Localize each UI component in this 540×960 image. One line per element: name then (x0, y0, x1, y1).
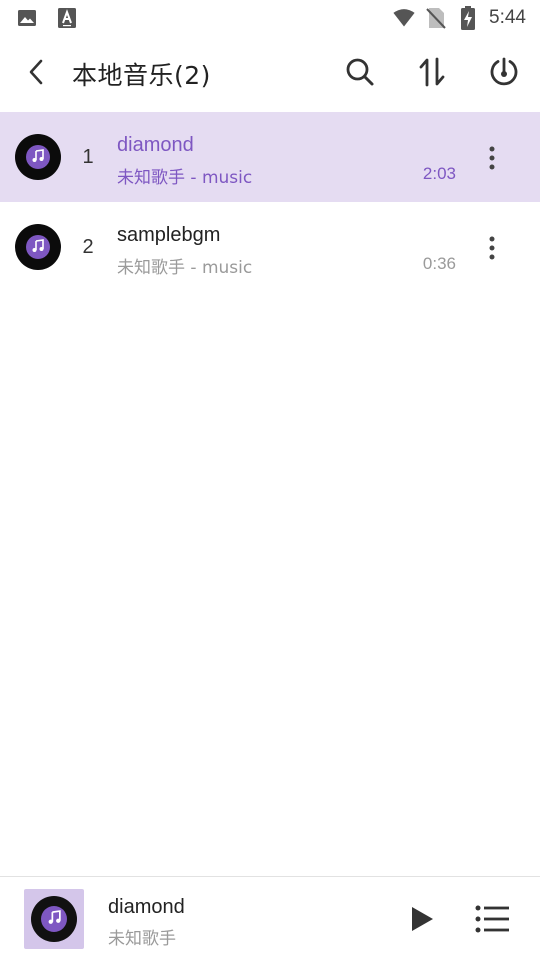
image-icon (16, 7, 38, 29)
song-duration: 0:36 (422, 254, 456, 273)
mini-player[interactable]: diamond 未知歌手 (0, 876, 540, 960)
player-artist: 未知歌手 (108, 929, 176, 949)
play-button[interactable] (400, 899, 444, 943)
page-title: 本地音乐(2) (72, 61, 211, 90)
back-button[interactable] (0, 36, 72, 112)
sort-icon (418, 57, 446, 91)
player-title: diamond (108, 896, 185, 918)
timer-button[interactable] (468, 36, 540, 112)
app-bar: 本地音乐(2) (0, 36, 540, 112)
song-title: samplebgm (117, 224, 221, 246)
wifi-icon (393, 7, 415, 29)
song-list: 1 diamond 未知歌手 - music 2:03 2 samplebgm … (0, 112, 540, 292)
playlist-icon (475, 905, 509, 937)
more-vert-icon (489, 146, 495, 174)
song-index: 2 (82, 236, 94, 258)
timer-icon (489, 57, 519, 91)
music-note-icon (31, 148, 45, 167)
song-row[interactable]: 2 samplebgm 未知歌手 - music 0:36 (0, 202, 540, 292)
battery-charging-icon (457, 6, 479, 30)
play-icon (410, 906, 434, 936)
player-cover[interactable] (24, 889, 84, 949)
playlist-button[interactable] (470, 899, 514, 943)
music-note-icon (47, 909, 62, 929)
back-arrow-icon (26, 59, 46, 89)
more-options-button[interactable] (474, 232, 510, 268)
status-time: 5:44 (489, 7, 526, 28)
song-duration: 2:03 (422, 164, 456, 183)
music-note-icon (31, 238, 45, 257)
text-a-icon (56, 7, 78, 29)
song-index: 1 (82, 146, 94, 168)
song-artist-album: 未知歌手 - music (117, 258, 253, 278)
song-row[interactable]: 1 diamond 未知歌手 - music 2:03 (0, 112, 540, 202)
status-bar: 5:44 (0, 0, 540, 36)
search-button[interactable] (324, 36, 396, 112)
song-cover (15, 224, 61, 270)
more-options-button[interactable] (474, 142, 510, 178)
sort-button[interactable] (396, 36, 468, 112)
search-icon (345, 57, 375, 91)
more-vert-icon (489, 236, 495, 264)
no-sim-icon (425, 7, 447, 29)
song-artist-album: 未知歌手 - music (117, 168, 253, 188)
song-title: diamond (117, 134, 194, 156)
song-cover (15, 134, 61, 180)
